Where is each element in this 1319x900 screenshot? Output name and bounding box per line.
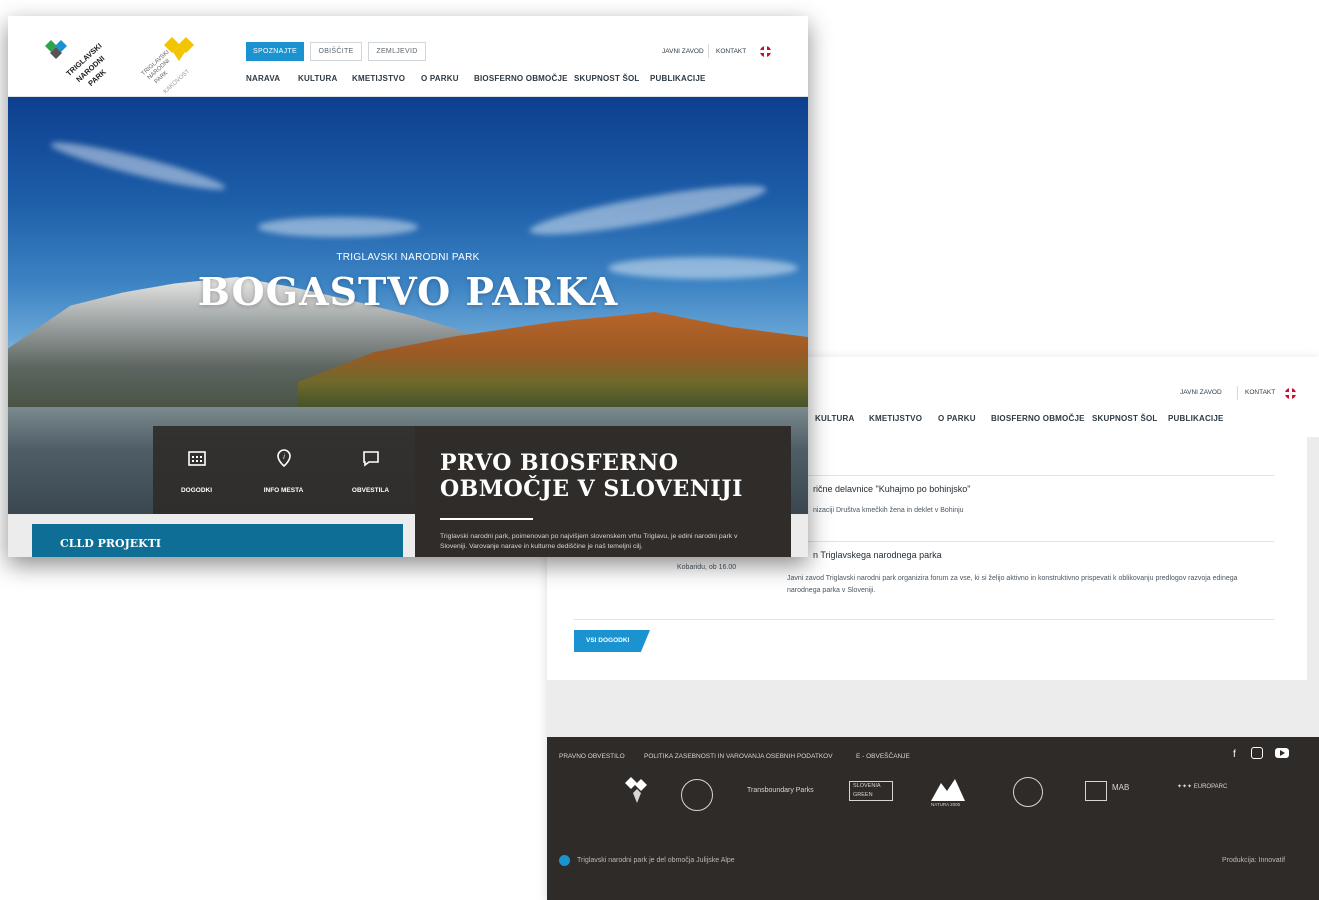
cloud: [48, 135, 228, 197]
nav-o-parku[interactable]: O PARKU: [421, 74, 459, 83]
nav-biosferno-obmocje[interactable]: BIOSFERNO OBMOČJE: [474, 74, 568, 83]
quick-link-label: OBVESTILA: [351, 487, 390, 494]
europarc-logo: ✦✦✦ EUROPARC: [1177, 784, 1228, 790]
production-credit[interactable]: Produkcija: Innovatif: [1222, 857, 1285, 864]
slovenia-green-logo: SLOVENIA GREEN: [849, 781, 893, 801]
divider: [574, 619, 1274, 620]
hero-subtitle: TRIGLAVSKI NARODNI PARK: [336, 252, 480, 263]
nav-skupnost-sol[interactable]: SKUPNOST ŠOL: [574, 74, 640, 83]
feature-text: Triglavski narodni park, poimenovan po n…: [440, 533, 738, 550]
tab-zemljevid[interactable]: ZEMLJEVID: [368, 42, 426, 61]
transboundary-parks-logo: Transboundary Parks: [747, 787, 814, 794]
quick-link-notices[interactable]: OBVESTILA: [327, 426, 414, 514]
nav-kmetijstvo[interactable]: KMETIJSTVO: [869, 414, 922, 423]
natura-2000-label: NATURA 2000: [931, 802, 961, 807]
link-javni-zavod[interactable]: JAVNI ZAVOD: [1180, 389, 1222, 396]
home-page-window: TRIGLAVSKI NARODNI PARK TRIGLAVSKI NAROD…: [8, 16, 808, 557]
tab-obiscite[interactable]: OBIŠČITE: [310, 42, 362, 61]
nav-kultura[interactable]: KULTURA: [298, 74, 337, 83]
tnp-logo-icon: [625, 775, 649, 809]
event-description: Javni zavod Triglavski narodni park orga…: [787, 575, 1238, 594]
all-events-button[interactable]: VSI DOGODKI: [574, 630, 650, 652]
footer-link-legal[interactable]: PRAVNO OBVESTILO: [559, 753, 625, 760]
youtube-icon[interactable]: [1275, 748, 1289, 758]
tab-spoznajte[interactable]: SPOZNAJTE: [246, 42, 304, 61]
facebook-icon[interactable]: f: [1233, 749, 1236, 760]
event-title[interactable]: rične delavnice "Kuhajmo po bohinjsko": [813, 484, 970, 494]
divider: [708, 44, 709, 58]
footer-link-newsletter[interactable]: E - OBVEŠČANJE: [856, 753, 910, 760]
quick-link-events[interactable]: DOGODKI: [153, 426, 240, 514]
julian-alps-text[interactable]: Triglavski narodni park je del območja J…: [577, 857, 735, 864]
event-date: Kobaridu, ob 16.00: [677, 564, 737, 571]
location-pin-icon: i: [277, 449, 291, 468]
nav-kultura[interactable]: KULTURA: [815, 414, 854, 423]
footer-link-privacy[interactable]: POLITIKA ZASEBNOSTI IN VAROVANJA OSEBNIH…: [644, 753, 833, 760]
clld-label: CLLD PROJEKTI: [60, 537, 162, 550]
instagram-icon[interactable]: [1251, 747, 1263, 759]
clld-projects-banner[interactable]: CLLD PROJEKTI: [32, 524, 403, 557]
link-kontakt[interactable]: KONTAKT: [1245, 389, 1275, 396]
calendar-icon: [188, 451, 206, 466]
nav-o-parku[interactable]: O PARKU: [938, 414, 976, 423]
feature-title: PRVO BIOSFERNO OBMOČJE V SLOVENIJI: [440, 450, 743, 502]
unesco-logo-icon: [1085, 781, 1107, 801]
link-javni-zavod[interactable]: JAVNI ZAVOD: [662, 48, 704, 55]
nav-skupnost-sol[interactable]: SKUPNOST ŠOL: [1092, 414, 1158, 423]
biosphere-feature-card[interactable]: PRVO BIOSFERNO OBMOČJE V SLOVENIJI Trigl…: [415, 426, 791, 557]
nav-publikacije[interactable]: PUBLIKACIJE: [650, 74, 706, 83]
tnp-quality-logo[interactable]: TRIGLAVSKI NARODNI PARK KAKOVOST: [136, 34, 206, 95]
divider: [1237, 386, 1238, 400]
quick-link-info-points[interactable]: i INFO MESTA: [240, 426, 327, 514]
english-flag-icon[interactable]: [1285, 388, 1296, 399]
natura-2000-logo: NATURA 2000: [931, 777, 965, 807]
link-kontakt[interactable]: KONTAKT: [716, 48, 746, 55]
tnp-logo[interactable]: TRIGLAVSKI NARODNI PARK: [43, 38, 113, 93]
english-flag-icon[interactable]: [760, 46, 771, 57]
screenshot-stage: OBIŠČITE ZEMLJEVID KULTURA KMETIJSTVO O …: [0, 0, 1319, 900]
mab-logo: MAB: [1112, 783, 1130, 792]
nav-biosferno-obmocje[interactable]: BIOSFERNO OBMOČJE: [991, 414, 1085, 423]
nav-kmetijstvo[interactable]: KMETIJSTVO: [352, 74, 405, 83]
svg-text:i: i: [283, 454, 285, 461]
quick-links-bar: DOGODKI i INFO MESTA OBVESTILA: [153, 426, 415, 514]
seal-logo-icon: [681, 779, 713, 811]
europarc-label: EUROPARC: [1193, 784, 1228, 790]
quick-link-label: DOGODKI: [180, 487, 213, 494]
nav-publikacije[interactable]: PUBLIKACIJE: [1168, 414, 1224, 423]
nav-narava[interactable]: NARAVA: [246, 74, 280, 83]
event-description: nizaciji Društva kmečkih žena in deklet …: [813, 507, 964, 514]
cloud: [258, 217, 418, 237]
julian-alps-icon: [559, 855, 570, 866]
title-underline: [440, 518, 533, 520]
cloud: [527, 176, 769, 244]
site-footer: PRAVNO OBVESTILO POLITIKA ZASEBNOSTI IN …: [547, 737, 1319, 900]
speech-bubble-icon: [363, 451, 379, 467]
quick-link-label: INFO MESTA: [263, 487, 304, 494]
site-header: TRIGLAVSKI NARODNI PARK TRIGLAVSKI NAROD…: [8, 16, 808, 97]
hero-title: BOGASTVO PARKA: [197, 269, 619, 314]
biosphere-logo-icon: [1013, 777, 1043, 807]
event-title[interactable]: n Triglavskega narodnega parka: [813, 550, 942, 560]
